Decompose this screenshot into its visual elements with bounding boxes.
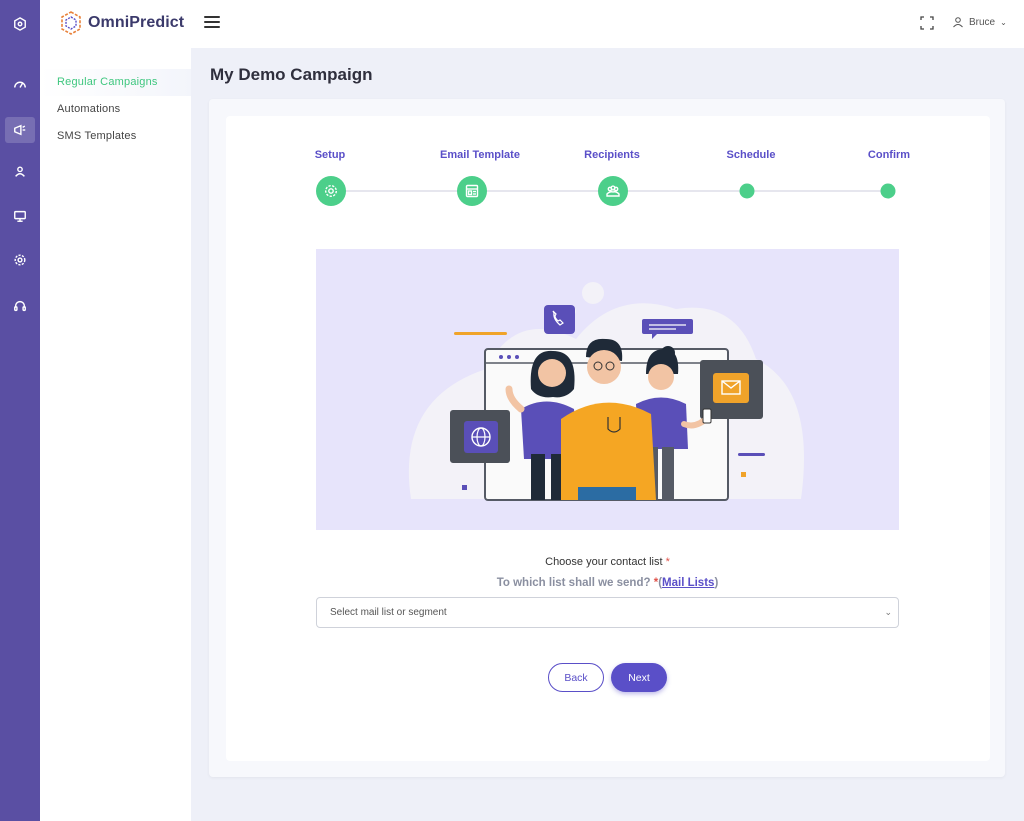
step-schedule[interactable]: [739, 183, 755, 199]
step-confirm[interactable]: [880, 183, 896, 199]
top-bar: OmniPredict Bruce ⌄: [40, 0, 1024, 48]
which-list-label: To which list shall we send? *(Mail List…: [316, 577, 899, 589]
logo-hex-icon[interactable]: [0, 11, 40, 37]
next-button[interactable]: Next: [611, 663, 667, 692]
icon-rail: [0, 0, 40, 821]
monitor-icon[interactable]: [0, 203, 40, 229]
app-logo[interactable]: OmniPredict: [60, 11, 184, 35]
mail-list-select[interactable]: Select mail list or segment ⌄: [316, 597, 899, 628]
gear-icon: [324, 184, 338, 198]
user-menu[interactable]: Bruce ⌄: [952, 16, 1007, 28]
support-icon[interactable]: [0, 293, 40, 319]
users-icon: [606, 185, 620, 197]
app-name: OmniPredict: [88, 14, 185, 31]
user-icon: [953, 17, 963, 28]
paren-close: ): [714, 577, 719, 589]
user-name: Bruce: [969, 16, 996, 28]
chevron-down-icon: ⌄: [884, 607, 892, 617]
page-title: My Demo Campaign: [210, 65, 373, 84]
step-label-recipients[interactable]: Recipients: [584, 149, 640, 161]
step-setup[interactable]: [316, 176, 346, 206]
contacts-icon[interactable]: [0, 159, 40, 185]
step-label-confirm[interactable]: Confirm: [868, 149, 910, 161]
sub-sidebar: Regular Campaigns Automations SMS Templa…: [40, 48, 191, 821]
contact-list-label: Choose your contact list *: [316, 556, 899, 568]
subnav-item-regular-campaigns[interactable]: Regular Campaigns: [40, 69, 191, 96]
step-label-email-template[interactable]: Email Template: [440, 149, 520, 161]
subnav-item-automations[interactable]: Automations: [40, 96, 191, 123]
contact-list-label-text: Choose your contact list: [545, 556, 663, 568]
which-list-text: To which list shall we send?: [496, 577, 651, 589]
fullscreen-icon[interactable]: [920, 16, 934, 30]
step-recipients[interactable]: [598, 176, 628, 206]
campaign-icon[interactable]: [5, 117, 35, 143]
mail-list-select-placeholder: Select mail list or segment: [330, 607, 447, 618]
template-icon: [465, 184, 479, 198]
menu-toggle-icon[interactable]: [204, 16, 220, 30]
subnav-item-sms-templates[interactable]: SMS Templates: [40, 123, 191, 150]
required-mark: *: [665, 556, 670, 568]
chevron-down-icon: ⌄: [1000, 17, 1007, 27]
settings-icon[interactable]: [0, 247, 40, 273]
omnipredict-logo-icon: [61, 11, 81, 35]
step-email-template[interactable]: [457, 176, 487, 206]
back-button[interactable]: Back: [548, 663, 604, 692]
dashboard-icon[interactable]: [0, 71, 40, 97]
mail-lists-link[interactable]: Mail Lists: [662, 577, 714, 589]
step-label-schedule[interactable]: Schedule: [727, 149, 776, 161]
team-illustration: [316, 249, 899, 530]
step-label-setup[interactable]: Setup: [315, 149, 346, 161]
